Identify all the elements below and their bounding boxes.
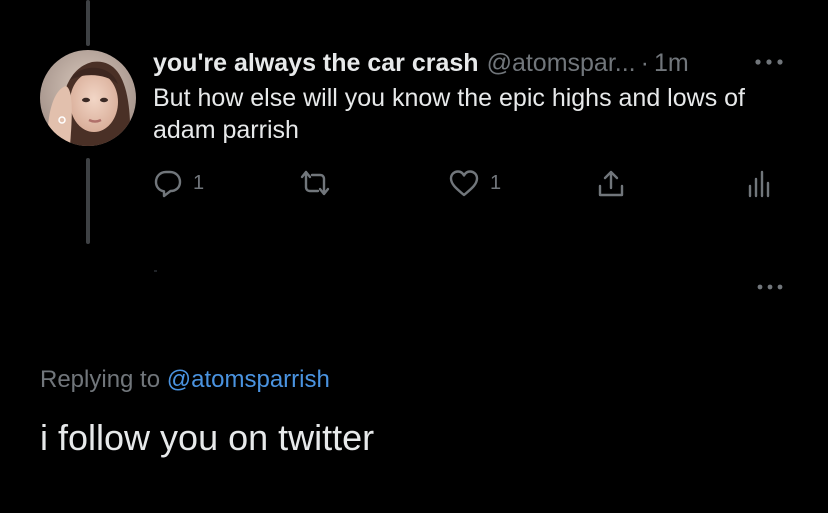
share-button[interactable] — [595, 168, 627, 200]
more-options-button[interactable] — [754, 280, 788, 294]
share-icon — [598, 170, 624, 197]
analytics-icon — [748, 170, 770, 198]
like-button[interactable]: 1 — [448, 168, 501, 198]
analytics-button[interactable] — [745, 168, 773, 200]
tweet-text: But how else will you know the epic high… — [153, 84, 745, 144]
user-handle[interactable]: @atomspar... — [487, 46, 636, 80]
timestamp[interactable]: 1m — [654, 46, 689, 80]
tweet[interactable]: you're always the car crash @atomspar...… — [153, 46, 793, 146]
reply-count: 1 — [193, 171, 205, 194]
retweet-icon — [300, 170, 330, 196]
retweet-button[interactable] — [298, 168, 332, 198]
header-separator: · — [640, 49, 649, 77]
replying-to-handle[interactable]: @atomsparrish — [167, 366, 330, 393]
more-icon — [757, 284, 783, 290]
thread-line — [86, 158, 90, 244]
reply-icon — [154, 170, 182, 198]
replying-to: Replying to @atomsparrish — [40, 364, 330, 396]
more-options-button[interactable] — [752, 52, 786, 72]
replying-to-label: Replying to — [40, 366, 161, 393]
like-count: 1 — [490, 171, 502, 194]
thread-line — [86, 0, 90, 46]
reply-text: i follow you on twitter — [40, 417, 375, 458]
avatar[interactable] — [40, 50, 136, 146]
tweet-header: you're always the car crash @atomspar...… — [153, 46, 793, 80]
avatar-image — [40, 50, 136, 146]
heart-icon — [449, 170, 479, 197]
reply-button[interactable]: 1 — [153, 168, 204, 198]
display-name[interactable]: you're always the car crash — [153, 46, 479, 80]
divider — [154, 270, 157, 272]
more-icon — [755, 59, 783, 65]
tweet-actions: 1 1 — [153, 168, 793, 204]
